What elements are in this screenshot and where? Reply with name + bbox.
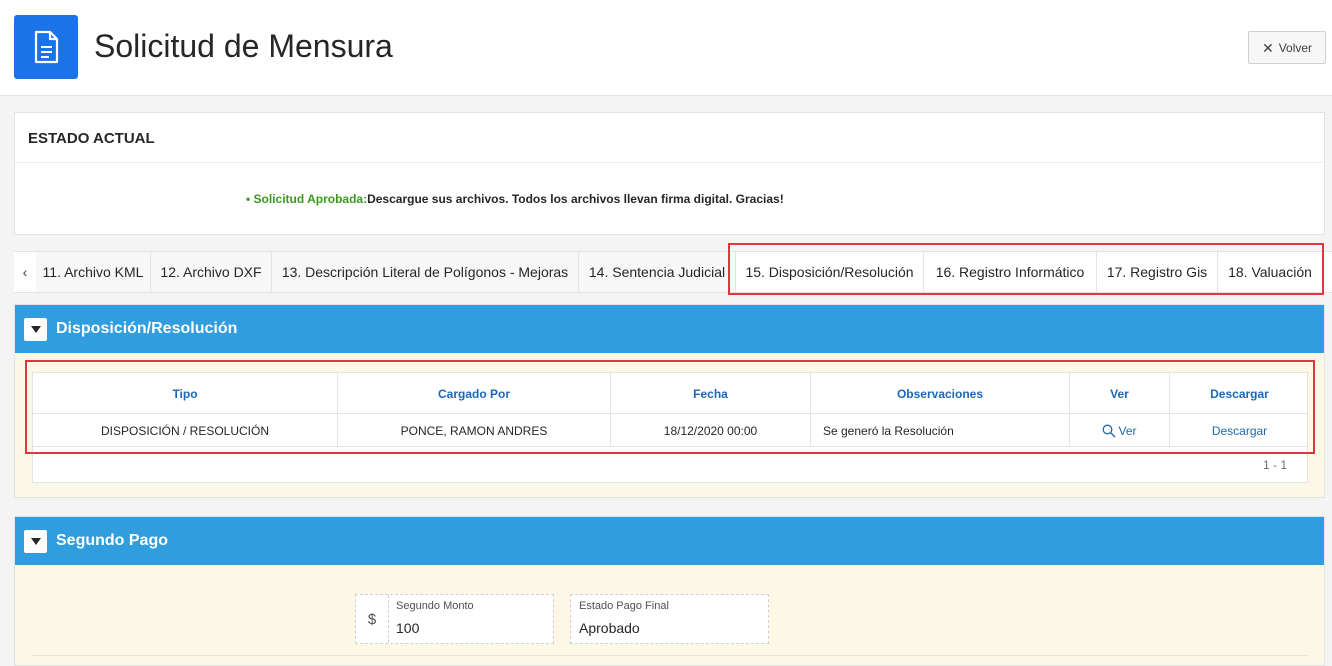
segundo-monto-value: 100 [396,620,420,636]
cell-cargado-por: PONCE, RAMON ANDRES [338,414,611,447]
tab-sentencia-judicial[interactable]: 14. Sentencia Judicial [579,252,736,292]
pagination-info: 1 - 1 [1262,458,1287,472]
segundo-monto-field[interactable]: $ Segundo Monto 100 [355,594,554,644]
estado-title: ESTADO ACTUAL [28,130,155,147]
estado-divider [15,162,1324,163]
estado-pago-final-label: Estado Pago Final [579,600,669,612]
table-header: Tipo Cargado Por Fecha Observaciones Ver… [33,373,1307,414]
tab-registro-informatico[interactable]: 16. Registro Informático [924,252,1097,292]
estado-pago-final-value: Aprobado [579,620,640,636]
region-header: Segundo Pago [15,517,1324,565]
disposicion-region: Disposición/Resolución Tipo Cargado Por … [14,304,1325,498]
tab-registro-gis[interactable]: 17. Registro Gis [1097,252,1218,292]
status-message: • Solicitud Aprobada:Descargue sus archi… [246,192,784,206]
cell-ver: Ver [1070,414,1170,447]
column-header-descargar[interactable]: Descargar [1170,373,1309,414]
column-header-observaciones[interactable]: Observaciones [811,373,1070,414]
back-button[interactable]: ✕ Volver [1248,31,1326,64]
cell-descargar: Descargar [1170,414,1309,447]
cell-observaciones: Se generó la Resolución [811,414,1070,447]
page-header: Solicitud de Mensura ✕ Volver [0,0,1332,96]
search-icon [1103,424,1116,437]
currency-prefix: $ [356,595,389,643]
column-header-tipo[interactable]: Tipo [33,373,338,414]
ver-link-label: Ver [1118,423,1137,438]
tab-bar: ‹ 11. Archivo KML 12. Archivo DXF 13. De… [14,251,1332,293]
column-header-ver[interactable]: Ver [1070,373,1170,414]
cell-tipo: DISPOSICIÓN / RESOLUCIÓN [33,414,338,447]
region-title: Segundo Pago [56,532,168,549]
tab-descripcion-literal[interactable]: 13. Descripción Literal de Polígonos - M… [272,252,579,292]
collapse-toggle-button[interactable] [24,318,47,341]
region-title: Disposición/Resolución [56,320,238,337]
chevron-left-icon[interactable]: ‹ [14,252,36,292]
close-icon: ✕ [1261,39,1274,56]
column-header-fecha[interactable]: Fecha [611,373,811,414]
segundo-pago-region: Segundo Pago $ Segundo Monto 100 Estado … [14,516,1325,666]
cell-fecha: 18/12/2020 00:00 [611,414,811,447]
document-icon [14,15,78,79]
region-header: Disposición/Resolución [15,305,1324,353]
segundo-monto-label: Segundo Monto [396,600,474,612]
tab-archivo-dxf[interactable]: 12. Archivo DXF [151,252,272,292]
descargar-link[interactable]: Descargar [1212,424,1267,438]
status-approved: • Solicitud Aprobada: [246,192,368,206]
column-header-cargado-por[interactable]: Cargado Por [338,373,611,414]
caret-down-icon [30,538,41,545]
disposicion-table: Tipo Cargado Por Fecha Observaciones Ver… [32,372,1308,483]
collapse-toggle-button[interactable] [24,530,47,553]
ver-link[interactable]: Ver [1102,423,1137,438]
status-text: Descargue sus archivos. Todos los archiv… [367,192,784,206]
estado-pago-final-field[interactable]: Estado Pago Final Aprobado [570,594,769,644]
tab-disposicion-resolucion[interactable]: 15. Disposición/Resolución [736,252,924,292]
estado-actual-region: ESTADO ACTUAL • Solicitud Aprobada:Desca… [14,112,1325,235]
caret-down-icon [30,326,41,333]
tab-valuacion[interactable]: 18. Valuación [1218,252,1322,292]
table-row: DISPOSICIÓN / RESOLUCIÓN PONCE, RAMON AN… [33,414,1307,447]
back-button-label: Volver [1278,40,1313,55]
page-title: Solicitud de Mensura [94,28,393,64]
tab-archivo-kml[interactable]: 11. Archivo KML [36,252,151,292]
